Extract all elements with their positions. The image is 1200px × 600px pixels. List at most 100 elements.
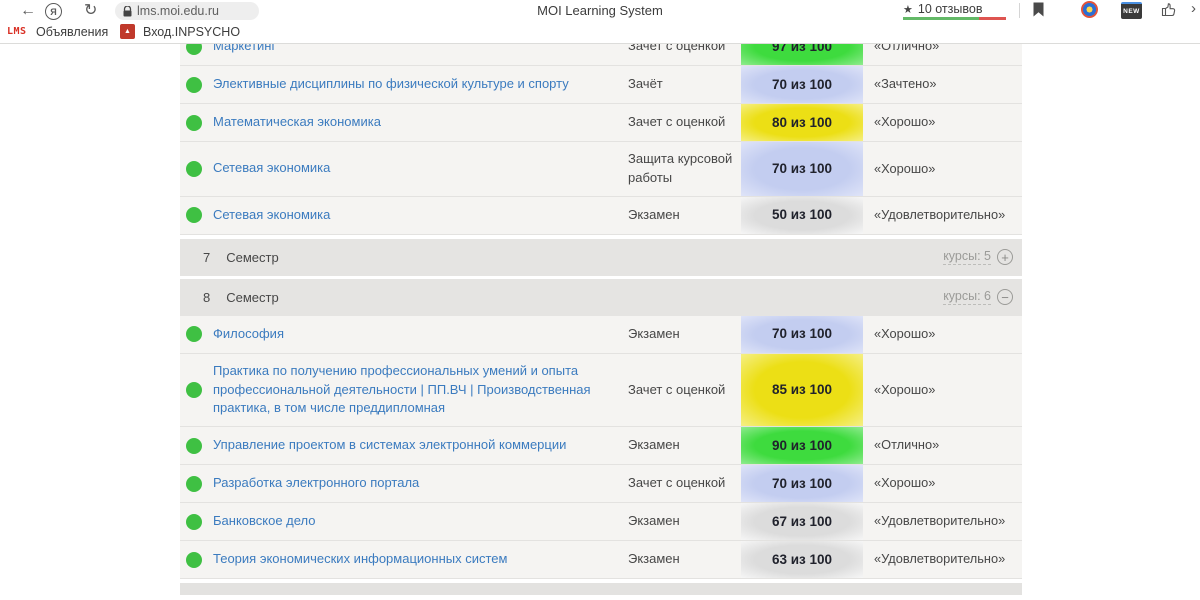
grades-table: Маркетинг Зачет с оценкой 97 из 100 «Отл…: [180, 28, 1022, 595]
address-bar[interactable]: lms.moi.edu.ru: [115, 2, 259, 20]
thumbs-icon[interactable]: [1160, 1, 1177, 23]
bookmark-item-inpsycho[interactable]: Вход.INPSYCHO: [143, 25, 240, 39]
control-type: Экзамен: [628, 541, 741, 578]
course-status-icon: [186, 207, 202, 223]
semester-toggle-button[interactable]: −: [997, 289, 1013, 305]
inpsycho-favicon: ▲: [120, 24, 135, 39]
reviews-rating[interactable]: ★ 10 отзывов: [903, 2, 982, 16]
course-name-link[interactable]: Математическая экономика: [213, 104, 628, 141]
course-row: Философия Экзамен 70 из 100 «Хорошо»: [180, 316, 1022, 354]
control-type: Экзамен: [628, 427, 741, 464]
back-icon[interactable]: ←: [20, 2, 36, 20]
status-dot-cell: [180, 66, 213, 103]
status-dot-cell: [180, 197, 213, 234]
control-type: Экзамен: [628, 503, 741, 540]
course-name-link[interactable]: Сетевая экономика: [213, 142, 628, 196]
course-status-icon: [186, 514, 202, 530]
courses-count-link[interactable]: курсы: 5: [943, 249, 991, 265]
overflow-chevron-icon[interactable]: ›: [1191, 0, 1196, 17]
grade-text: «Зачтено»: [863, 66, 1022, 103]
score-value: 67 из 100: [772, 512, 832, 532]
course-name-link[interactable]: Управление проектом в системах электронн…: [213, 427, 628, 464]
browser-profile-icon[interactable]: Я: [45, 3, 62, 20]
score-value: 70 из 100: [772, 474, 832, 494]
toolbar-divider: [1019, 3, 1020, 18]
course-name-link[interactable]: Разработка электронного портала: [213, 465, 628, 502]
course-status-icon: [186, 77, 202, 93]
course-row: Банковское дело Экзамен 67 из 100 «Удовл…: [180, 503, 1022, 541]
score-value: 70 из 100: [772, 159, 832, 179]
course-name-link[interactable]: Сетевая экономика: [213, 197, 628, 234]
status-dot-cell: [180, 104, 213, 141]
next-semester-row-partial: [180, 583, 1022, 595]
rating-bar: [903, 17, 1006, 20]
course-status-icon: [186, 326, 202, 342]
semester-number: 7: [203, 250, 210, 265]
score-cell: 90 из 100: [741, 427, 863, 464]
course-row: Сетевая экономика Экзамен 50 из 100 «Удо…: [180, 197, 1022, 235]
status-dot-cell: [180, 503, 213, 540]
grade-text: «Хорошо»: [863, 316, 1022, 353]
control-type: Экзамен: [628, 197, 741, 234]
status-dot-cell: [180, 541, 213, 578]
course-row: Элективные дисциплины по физической куль…: [180, 66, 1022, 104]
status-dot-cell: [180, 142, 213, 196]
course-status-icon: [186, 161, 202, 177]
course-row: Управление проектом в системах электронн…: [180, 427, 1022, 465]
semester-number: 8: [203, 290, 210, 305]
control-type: Зачет с оценкой: [628, 354, 741, 427]
course-row: Практика по получению профессиональных у…: [180, 354, 1022, 428]
course-status-icon: [186, 476, 202, 492]
score-value: 70 из 100: [772, 324, 832, 344]
score-cell: 70 из 100: [741, 142, 863, 196]
semester-row[interactable]: 8 Семестр курсы: 6 −: [180, 279, 1022, 316]
control-type: Зачёт: [628, 66, 741, 103]
browser-chrome: ← Я ↻ lms.moi.edu.ru MOI Learning System…: [0, 0, 1200, 44]
lms-favicon: LMS: [7, 26, 27, 37]
control-type: Защита курсовой работы: [628, 142, 741, 196]
extension-icon[interactable]: [1081, 1, 1098, 18]
new-extension-icon[interactable]: NEW: [1121, 2, 1142, 19]
grade-text: «Удовлетворительно»: [863, 541, 1022, 578]
course-name-link[interactable]: Теория экономических информационных сист…: [213, 541, 628, 578]
reviews-label: 10 отзывов: [918, 2, 983, 16]
course-name-link[interactable]: Философия: [213, 316, 628, 353]
course-status-icon: [186, 115, 202, 131]
course-name-link[interactable]: Элективные дисциплины по физической куль…: [213, 66, 628, 103]
score-value: 90 из 100: [772, 436, 832, 456]
course-status-icon: [186, 552, 202, 568]
course-row: Математическая экономика Зачет с оценкой…: [180, 104, 1022, 142]
course-name-link[interactable]: Практика по получению профессиональных у…: [213, 354, 628, 427]
semester-toggle-button[interactable]: +: [997, 249, 1013, 265]
grade-text: «Отлично»: [863, 427, 1022, 464]
score-value: 80 из 100: [772, 113, 832, 133]
grade-text: «Хорошо»: [863, 104, 1022, 141]
score-value: 63 из 100: [772, 550, 832, 570]
grade-text: «Удовлетворительно»: [863, 503, 1022, 540]
semester-label: Семестр: [226, 250, 278, 265]
status-dot-cell: [180, 316, 213, 353]
score-value: 70 из 100: [772, 75, 832, 95]
score-cell: 85 из 100: [741, 354, 863, 427]
score-cell: 80 из 100: [741, 104, 863, 141]
page-title: MOI Learning System: [537, 3, 663, 18]
score-cell: 70 из 100: [741, 465, 863, 502]
star-icon: ★: [903, 3, 913, 16]
page: Маркетинг Зачет с оценкой 97 из 100 «Отл…: [0, 0, 1200, 600]
bookmark-icon[interactable]: [1033, 2, 1044, 22]
lock-icon: [123, 6, 132, 17]
course-row: Разработка электронного портала Зачет с …: [180, 465, 1022, 503]
score-cell: 70 из 100: [741, 316, 863, 353]
score-cell: 70 из 100: [741, 66, 863, 103]
semester-label: Семестр: [226, 290, 278, 305]
score-cell: 63 из 100: [741, 541, 863, 578]
score-cell: 67 из 100: [741, 503, 863, 540]
refresh-icon[interactable]: ↻: [84, 2, 97, 20]
grade-text: «Хорошо»: [863, 142, 1022, 196]
semester-row[interactable]: 7 Семестр курсы: 5 +: [180, 239, 1022, 276]
status-dot-cell: [180, 465, 213, 502]
bookmark-item-announcements[interactable]: Объявления: [36, 25, 108, 39]
courses-count-link[interactable]: курсы: 6: [943, 289, 991, 305]
course-name-link[interactable]: Банковское дело: [213, 503, 628, 540]
course-status-icon: [186, 438, 202, 454]
